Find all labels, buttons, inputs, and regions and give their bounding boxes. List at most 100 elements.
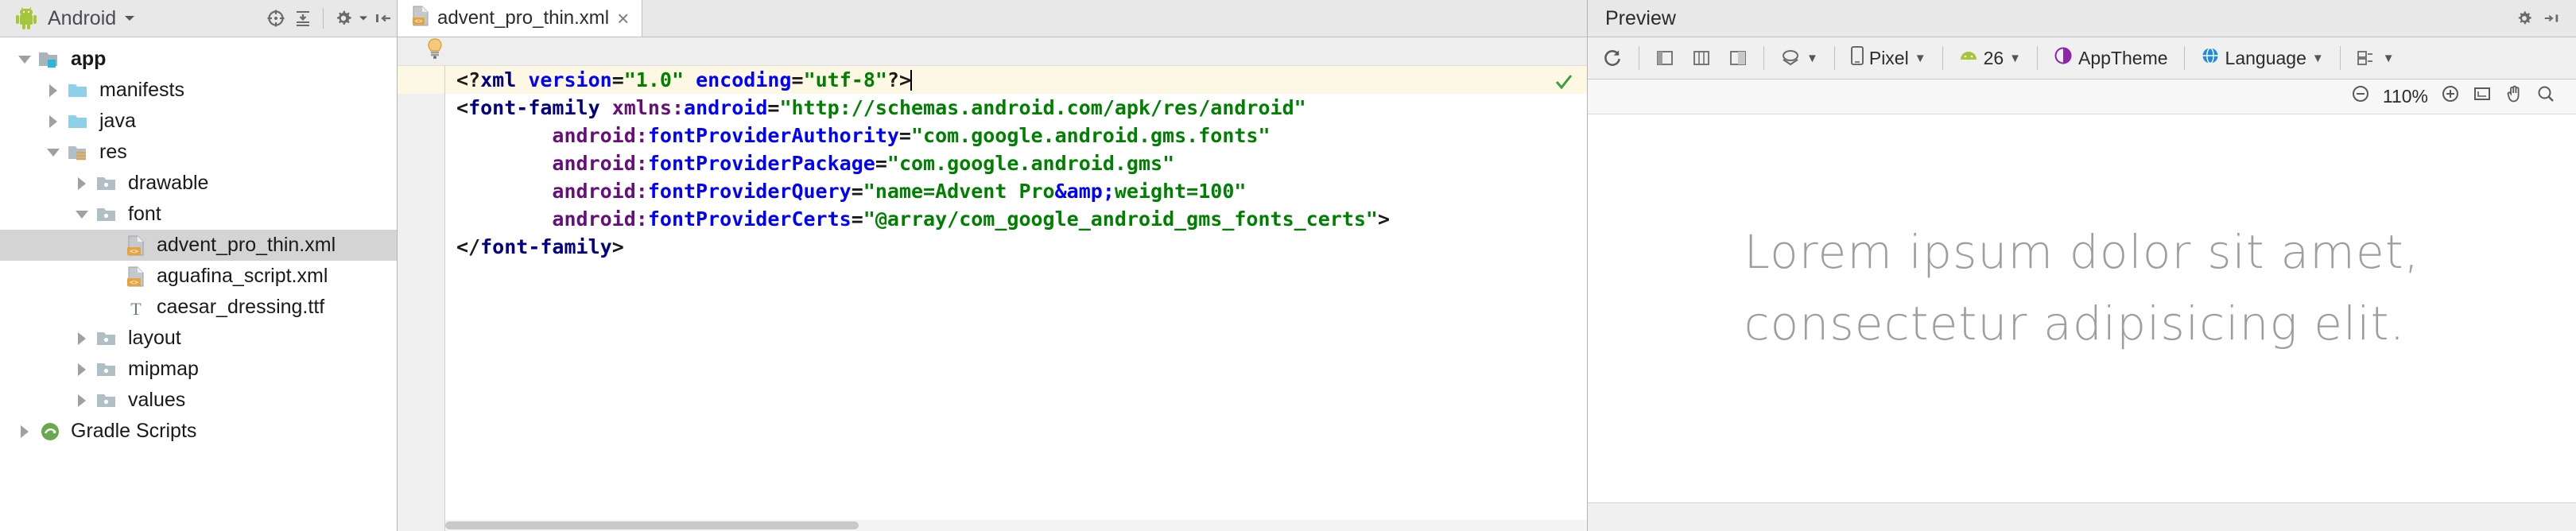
chevron-down-icon[interactable]: ▼ — [2312, 52, 2324, 65]
code-line[interactable]: </font-family> — [456, 233, 1587, 261]
code-line[interactable]: android:fontProviderAuthority="com.googl… — [456, 122, 1587, 149]
gradle-icon — [37, 416, 64, 447]
tree-node-label: Gradle Scripts — [71, 420, 196, 443]
settings-gear-icon[interactable] — [2511, 5, 2538, 32]
intention-bulb-icon[interactable] — [426, 38, 444, 64]
globe-icon — [2201, 46, 2220, 70]
code-line[interactable]: <font-family xmlns:android="http://schem… — [456, 94, 1587, 122]
android-studio-window: Android — [0, 0, 2576, 531]
code-line[interactable]: <?xml version="1.0" encoding="utf-8"?> — [445, 66, 1587, 94]
tree-expand-arrow-down-icon[interactable] — [41, 137, 65, 168]
code-token-punct — [600, 96, 612, 119]
editor-pane: <> advent_pro_thin.xml × — [398, 0, 1588, 531]
close-icon[interactable]: × — [617, 8, 629, 29]
device-selector[interactable]: Pixel ▼ — [1845, 42, 1933, 74]
pan-hand-icon[interactable] — [2504, 84, 2524, 109]
toolbar-divider — [323, 8, 324, 29]
layout-blueprint-icon[interactable] — [1686, 42, 1717, 74]
tree-node-aguafina-script-xml[interactable]: <>aguafina_script.xml — [0, 261, 397, 292]
folder-gray-icon — [94, 199, 121, 230]
layout-both-icon[interactable] — [1722, 42, 1754, 74]
tree-node-label: manifests — [99, 79, 184, 102]
refresh-icon[interactable] — [1596, 42, 1629, 74]
code-token-punct: ?> — [887, 68, 911, 91]
tree-expand-arrow-right-icon[interactable] — [70, 168, 94, 199]
tree-expand-arrow-down-icon[interactable] — [70, 199, 94, 230]
language-selector[interactable]: Language ▼ — [2194, 42, 2330, 74]
tree-node-res[interactable]: res — [0, 137, 397, 168]
locate-target-icon[interactable] — [262, 5, 289, 32]
tree-expand-arrow-right-icon[interactable] — [70, 323, 94, 354]
editor-horizontal-scrollbar[interactable] — [445, 520, 1587, 531]
ttf-file-icon: T — [122, 292, 149, 323]
chevron-down-icon[interactable]: ▼ — [1806, 52, 1818, 65]
preview-hide-panel-icon[interactable] — [2538, 5, 2565, 32]
tree-node-manifests[interactable]: manifests — [0, 75, 397, 106]
gear-dropdown-chevron-icon[interactable] — [357, 5, 370, 32]
layout-design-icon[interactable] — [1649, 42, 1681, 74]
tree-node-values[interactable]: values — [0, 385, 397, 416]
scrollbar-thumb[interactable] — [445, 521, 859, 529]
editor-gutter[interactable] — [398, 66, 445, 531]
gear-icon[interactable] — [330, 5, 357, 32]
tree-node-drawable[interactable]: drawable — [0, 168, 397, 199]
preview-zoom-bar: 110% — [1588, 79, 2576, 114]
tree-node-label: values — [128, 389, 185, 412]
theme-label: AppTheme — [2078, 48, 2168, 69]
code-indent — [456, 180, 552, 203]
folder-gray-icon — [94, 323, 121, 354]
code-token-punct: = — [767, 96, 779, 119]
tree-expand-arrow-right-icon[interactable] — [70, 385, 94, 416]
project-tree[interactable]: app manifests java res drawable font <>a… — [0, 37, 397, 531]
tree-expand-arrow-right-icon[interactable] — [41, 106, 65, 137]
chevron-down-icon[interactable]: ▼ — [1915, 52, 1926, 65]
code-line[interactable]: android:fontProviderPackage="com.google.… — [456, 149, 1587, 177]
android-robot-icon — [16, 7, 37, 29]
hide-panel-icon[interactable] — [370, 5, 397, 32]
editor-tab-advent-pro-thin[interactable]: <> advent_pro_thin.xml × — [398, 0, 642, 37]
tree-node-font[interactable]: font — [0, 199, 397, 230]
tree-expand-arrow-right-icon[interactable] — [70, 354, 94, 385]
tree-expand-arrow-right-icon[interactable] — [13, 416, 37, 447]
tree-node-gradle-scripts[interactable]: Gradle Scripts — [0, 416, 397, 447]
chevron-down-icon[interactable]: ▼ — [2383, 52, 2395, 65]
config-icon[interactable]: ▼ — [2350, 42, 2401, 74]
orientation-icon[interactable]: ▼ — [1774, 42, 1825, 74]
zoom-fit-icon[interactable] — [2473, 84, 2492, 109]
svg-text:<>: <> — [415, 17, 423, 25]
code-indent — [456, 124, 552, 147]
inspection-ok-check[interactable] — [1554, 71, 1574, 99]
tree-node-mipmap[interactable]: mipmap — [0, 354, 397, 385]
android-api-icon — [1959, 48, 1978, 69]
search-icon[interactable] — [2536, 84, 2555, 109]
tree-node-layout[interactable]: layout — [0, 323, 397, 354]
zoom-in-icon[interactable] — [2441, 84, 2460, 109]
preview-tool-window: Preview — [1588, 0, 2576, 531]
tree-expand-arrow-right-icon[interactable] — [41, 75, 65, 106]
tree-node-advent-pro-thin-xml[interactable]: <>advent_pro_thin.xml — [0, 230, 397, 261]
collapse-all-icon[interactable] — [289, 5, 316, 32]
code-token-str: "1.0" — [624, 68, 684, 91]
folder-gray-icon — [94, 354, 121, 385]
editor-body[interactable]: <?xml version="1.0" encoding="utf-8"?><f… — [398, 66, 1587, 531]
tree-expand-arrow-down-icon[interactable] — [13, 44, 37, 75]
toolbar-divider — [2184, 46, 2185, 70]
theme-selector[interactable]: AppTheme — [2047, 42, 2174, 74]
api-level-selector[interactable]: 26 ▼ — [1953, 42, 2027, 74]
project-view-title[interactable]: Android — [48, 7, 116, 30]
zoom-out-icon[interactable] — [2351, 84, 2370, 109]
code-token-punct: = — [852, 207, 863, 231]
tree-node-caesar-dressing-ttf[interactable]: Tcaesar_dressing.ttf — [0, 292, 397, 323]
code-token-punct: > — [1378, 207, 1390, 231]
code-area[interactable]: <?xml version="1.0" encoding="utf-8"?><f… — [445, 66, 1587, 531]
chevron-down-icon[interactable] — [116, 5, 143, 32]
code-line[interactable]: android:fontProviderQuery="name=Advent P… — [456, 177, 1587, 205]
zoom-level-label: 110% — [2383, 86, 2428, 107]
chevron-down-icon[interactable]: ▼ — [2009, 52, 2021, 65]
tree-node-app[interactable]: app — [0, 44, 397, 75]
code-line[interactable]: android:fontProviderCerts="@array/com_go… — [456, 205, 1587, 233]
tree-node-java[interactable]: java — [0, 106, 397, 137]
tree-arrow-placeholder — [99, 261, 122, 292]
text-caret — [910, 70, 912, 91]
code-token-punct: = — [875, 152, 887, 175]
